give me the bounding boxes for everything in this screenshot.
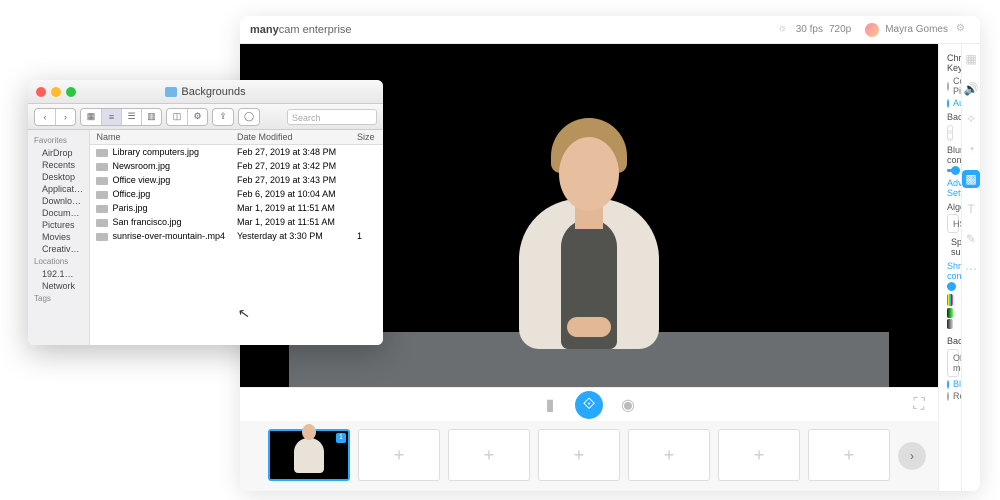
sidebar-group: Favorites bbox=[28, 134, 89, 147]
thumbnail-add[interactable]: + bbox=[718, 429, 800, 481]
broadcast-button[interactable]: ⟐ bbox=[575, 391, 603, 419]
finder-sidebar: Favorites AirDrop Recents Desktop Applic… bbox=[28, 130, 90, 345]
bg2-label: Background bbox=[947, 336, 961, 346]
shrink-slider[interactable] bbox=[947, 285, 953, 288]
sidebar-item[interactable]: Recents bbox=[28, 159, 89, 171]
settings-icon[interactable]: ⚙ bbox=[956, 23, 970, 37]
sidebar-item[interactable]: AirDrop bbox=[28, 147, 89, 159]
source-thumbnails: 1 + + + + + + › bbox=[240, 421, 938, 491]
camera-icon[interactable]: ▮ bbox=[539, 394, 561, 416]
view-mode[interactable]: ▦≡☰▥ bbox=[80, 108, 162, 126]
avatar bbox=[865, 23, 879, 37]
finder-window: Backgrounds ‹› ▦≡☰▥ ◫⚙ ⇪ ◯ Search Favori… bbox=[28, 80, 383, 345]
sidebar-item[interactable]: Pictures bbox=[28, 219, 89, 231]
advanced-label: Advanced Settings bbox=[947, 178, 961, 198]
bg-model-select[interactable]: Old model⌄ bbox=[947, 349, 959, 377]
thumbnail-add[interactable]: + bbox=[808, 429, 890, 481]
color-picker-radio[interactable]: Color Picker bbox=[947, 76, 953, 96]
file-row[interactable]: Office.jpgFeb 6, 2019 at 10:04 AM bbox=[90, 187, 383, 201]
fullscreen-icon[interactable]: ⛶ bbox=[908, 394, 930, 416]
snapshot-icon[interactable]: ◉ bbox=[617, 394, 639, 416]
draw-icon[interactable]: ✎ bbox=[962, 230, 980, 248]
sidebar-item[interactable]: Applicati… bbox=[28, 183, 89, 195]
zoom-icon[interactable] bbox=[66, 87, 76, 97]
sidebar-item[interactable]: Network bbox=[28, 280, 89, 292]
effects-panel: Chroma Key↺ Color Picker Auto Background… bbox=[938, 44, 961, 491]
sat-slider[interactable] bbox=[947, 308, 953, 318]
brand: manycam enterprise bbox=[250, 24, 352, 36]
shrink-label: Shrink contour bbox=[947, 261, 953, 281]
layers-icon[interactable]: ▦ bbox=[962, 50, 980, 68]
background-swatch[interactable] bbox=[947, 125, 953, 141]
app-header: manycam enterprise ☼ 30 fps 720p Mayra G… bbox=[240, 16, 980, 44]
share[interactable]: ⇪ bbox=[212, 108, 234, 126]
file-list: NameDate ModifiedSize Library computers.… bbox=[90, 130, 383, 345]
minimize-icon[interactable] bbox=[51, 87, 61, 97]
lum-slider[interactable] bbox=[947, 319, 953, 329]
sidebar-item[interactable]: Movies bbox=[28, 231, 89, 243]
thumbnail-next[interactable]: › bbox=[898, 442, 926, 470]
more-icon[interactable]: ⋯ bbox=[962, 260, 980, 278]
file-row[interactable]: Paris.jpgMar 1, 2019 at 11:51 AM bbox=[90, 201, 383, 215]
brightness-icon[interactable]: ☼ bbox=[778, 23, 792, 37]
sidebar-item[interactable]: 192.1… bbox=[28, 268, 89, 280]
fps-label: 30 fps bbox=[796, 24, 823, 35]
tags-btn[interactable]: ◯ bbox=[238, 108, 260, 126]
window-title: Backgrounds bbox=[28, 86, 383, 98]
user-name: Mayra Gomes bbox=[885, 24, 948, 35]
file-row[interactable]: Office view.jpgFeb 27, 2019 at 3:43 PM bbox=[90, 173, 383, 187]
thumbnail-add[interactable]: + bbox=[448, 429, 530, 481]
audio-icon[interactable]: 🔊 bbox=[962, 80, 980, 98]
algorithm-select[interactable]: HSL⌄ bbox=[947, 214, 959, 233]
user-menu[interactable]: Mayra Gomes bbox=[865, 23, 948, 37]
sidebar-item[interactable]: Creative… bbox=[28, 243, 89, 255]
sidebar-item[interactable]: Docume… bbox=[28, 207, 89, 219]
background-label: Background bbox=[947, 112, 953, 122]
remove-radio[interactable]: Remove bbox=[947, 391, 953, 401]
spill-label: Spill suppression bbox=[951, 237, 961, 257]
auto-radio[interactable]: Auto bbox=[947, 98, 953, 108]
chroma-key-label: Chroma Key bbox=[947, 53, 961, 73]
thumbnail-add[interactable]: + bbox=[538, 429, 620, 481]
column-headers[interactable]: NameDate ModifiedSize bbox=[90, 130, 383, 145]
finder-toolbar: ‹› ▦≡☰▥ ◫⚙ ⇪ ◯ Search bbox=[28, 104, 383, 130]
chromakey-tab-icon[interactable]: ▩ bbox=[962, 170, 980, 188]
hue-slider[interactable] bbox=[947, 294, 953, 306]
file-row[interactable]: Newsroom.jpgFeb 27, 2019 at 3:42 PM bbox=[90, 159, 383, 173]
preview-toolbar: ▮ ⟐ ◉ ⛶ bbox=[240, 387, 938, 421]
finder-titlebar[interactable]: Backgrounds bbox=[28, 80, 383, 104]
thumb-badge: 1 bbox=[336, 433, 346, 443]
text-icon[interactable]: T bbox=[962, 200, 980, 218]
effects-icon[interactable]: ✧ bbox=[962, 110, 980, 128]
arrange[interactable]: ◫⚙ bbox=[166, 108, 208, 126]
search-input[interactable]: Search bbox=[287, 109, 377, 125]
blur-label: Blur contour bbox=[947, 145, 953, 165]
thumbnail-add[interactable]: + bbox=[358, 429, 440, 481]
close-icon[interactable] bbox=[36, 87, 46, 97]
file-row[interactable]: San francisco.jpgMar 1, 2019 at 11:51 AM bbox=[90, 215, 383, 229]
blur-radio[interactable]: Blur bbox=[947, 379, 953, 389]
algorithm-label: Algorithm bbox=[947, 202, 953, 212]
blur-slider[interactable] bbox=[947, 169, 953, 172]
thumbnail-add[interactable]: + bbox=[628, 429, 710, 481]
sidebar-item[interactable]: Downloads bbox=[28, 195, 89, 207]
sidebar-item[interactable]: Desktop bbox=[28, 171, 89, 183]
sidebar-group: Tags bbox=[28, 292, 89, 305]
time-icon[interactable]: ◔ bbox=[962, 140, 980, 158]
file-row[interactable]: Library computers.jpgFeb 27, 2019 at 3:4… bbox=[90, 145, 383, 159]
thumbnail-1[interactable]: 1 bbox=[268, 429, 350, 481]
file-row[interactable]: sunrise-over-mountain-.mp4Yesterday at 3… bbox=[90, 229, 383, 243]
resolution-label: 720p bbox=[829, 24, 851, 35]
sidebar-group: Locations bbox=[28, 255, 89, 268]
nav-back-forward[interactable]: ‹› bbox=[34, 108, 76, 126]
right-toolbar: ▦ 🔊 ✧ ◔ ▩ T ✎ ⋯ bbox=[961, 44, 980, 491]
